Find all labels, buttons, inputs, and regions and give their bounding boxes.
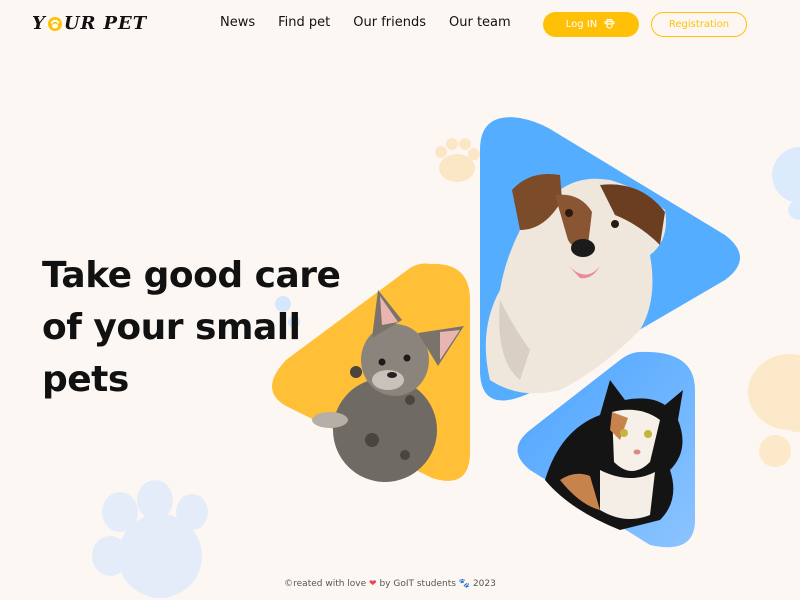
footer-year: 2023 [472, 579, 496, 589]
main-nav: News Find pet Our friends Our team [220, 15, 511, 30]
background-paw-icon [772, 147, 800, 220]
paw-icon [47, 16, 63, 32]
logo[interactable]: Y UR PET [32, 13, 147, 34]
logo-text-ur: UR [63, 13, 97, 34]
footer-text-created: ©reated with love [284, 579, 367, 589]
nav-item-our-team[interactable]: Our team [449, 15, 511, 30]
logo-text-y: Y [32, 13, 46, 34]
nav-item-find-pet[interactable]: Find pet [278, 15, 330, 30]
background-paw-icon [748, 354, 800, 467]
nav-item-our-friends[interactable]: Our friends [353, 15, 426, 30]
login-button[interactable]: Log IN [543, 12, 639, 37]
dog-shepherd-image [480, 117, 740, 401]
hero-title: Take good care of your small pets [42, 255, 341, 400]
registration-button-label: Registration [668, 19, 730, 30]
logo-text-pet: PET [103, 13, 148, 34]
paw-icon [603, 17, 616, 33]
registration-button[interactable]: Registration [651, 12, 747, 37]
nav-item-news[interactable]: News [220, 15, 255, 30]
cat-calico-image [517, 351, 695, 548]
paw-icon: 🐾 [458, 579, 471, 589]
background-paw-icon [435, 138, 480, 182]
footer-text-by: by GoIT students [379, 579, 456, 589]
header: Y UR PET News Find pet Our friends Our t… [0, 0, 800, 48]
login-button-label: Log IN [565, 19, 598, 30]
footer: ©reated with love ❤ by GoIT students 🐾 2… [0, 579, 780, 589]
heart-icon: ❤ [369, 579, 377, 589]
